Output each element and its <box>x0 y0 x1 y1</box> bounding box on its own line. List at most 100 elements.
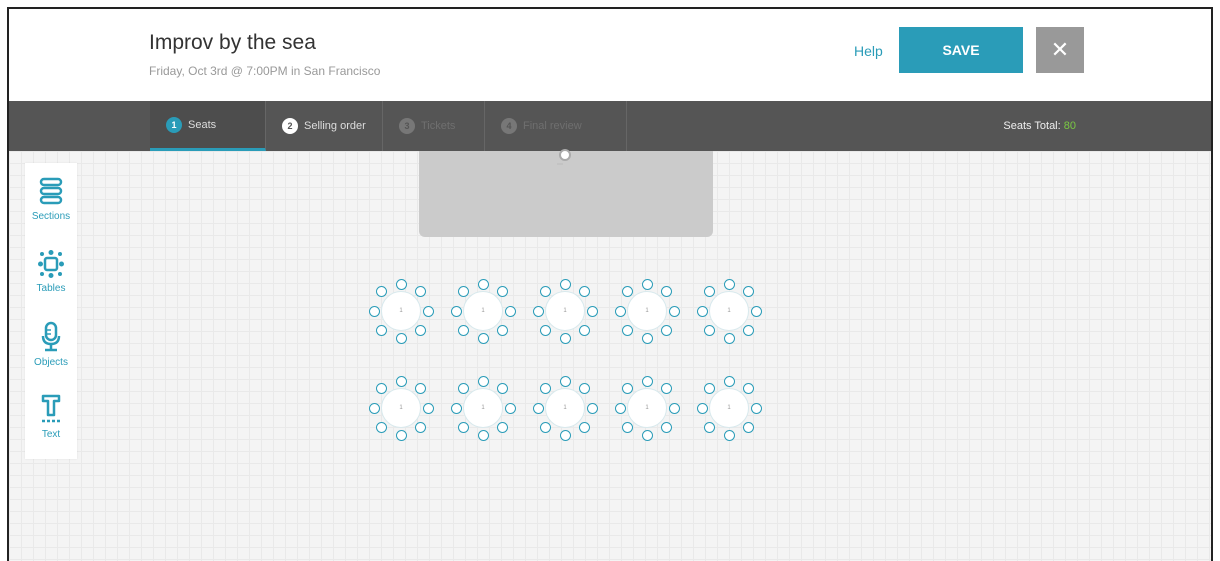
chair-seat[interactable] <box>559 375 571 387</box>
chair-seat[interactable] <box>622 286 634 298</box>
chair-seat[interactable] <box>395 375 407 387</box>
chair-seat[interactable] <box>668 305 680 317</box>
chair-seat[interactable] <box>540 383 552 395</box>
chair-seat[interactable] <box>368 305 380 317</box>
chair-seat[interactable] <box>450 305 462 317</box>
chair-seat[interactable] <box>704 324 716 336</box>
round-table[interactable]: 1 <box>614 277 680 349</box>
chair-seat[interactable] <box>622 421 634 433</box>
chair-seat[interactable] <box>578 383 590 395</box>
chair-seat[interactable] <box>641 429 653 441</box>
tool-sections[interactable]: Sections <box>25 171 77 241</box>
chair-seat[interactable] <box>742 383 754 395</box>
chair-seat[interactable] <box>458 324 470 336</box>
chair-seat[interactable] <box>723 332 735 344</box>
round-table[interactable]: 1 <box>450 374 516 446</box>
chair-seat[interactable] <box>723 375 735 387</box>
chair-seat[interactable] <box>660 324 672 336</box>
chair-seat[interactable] <box>458 421 470 433</box>
chair-seat[interactable] <box>376 421 388 433</box>
chair-seat[interactable] <box>723 429 735 441</box>
chair-seat[interactable] <box>704 421 716 433</box>
chair-seat[interactable] <box>704 383 716 395</box>
chair-seat[interactable] <box>559 332 571 344</box>
chair-seat[interactable] <box>504 305 516 317</box>
tool-objects[interactable]: Objects <box>25 315 77 385</box>
chair-seat[interactable] <box>496 286 508 298</box>
seating-canvas[interactable]: Sections Tables Objects Text ⋯ 1 1 1 1 1… <box>9 149 1211 561</box>
save-button[interactable]: SAVE <box>899 27 1023 73</box>
round-table[interactable]: 1 <box>696 374 762 446</box>
chair-seat[interactable] <box>559 278 571 290</box>
step-selling-order[interactable]: 2 Selling order <box>266 101 383 151</box>
chair-seat[interactable] <box>477 429 489 441</box>
chair-seat[interactable] <box>578 324 590 336</box>
round-table[interactable]: 1 <box>696 277 762 349</box>
chair-seat[interactable] <box>614 305 626 317</box>
chair-seat[interactable] <box>660 421 672 433</box>
chair-seat[interactable] <box>586 402 598 414</box>
chair-seat[interactable] <box>704 286 716 298</box>
chair-seat[interactable] <box>496 421 508 433</box>
chair-seat[interactable] <box>540 421 552 433</box>
chair-seat[interactable] <box>540 286 552 298</box>
chair-seat[interactable] <box>414 286 426 298</box>
chair-seat[interactable] <box>376 286 388 298</box>
chair-seat[interactable] <box>660 383 672 395</box>
chair-seat[interactable] <box>742 286 754 298</box>
chair-seat[interactable] <box>641 278 653 290</box>
chair-seat[interactable] <box>504 402 516 414</box>
chair-seat[interactable] <box>586 305 598 317</box>
chair-seat[interactable] <box>578 421 590 433</box>
chair-seat[interactable] <box>376 383 388 395</box>
chair-seat[interactable] <box>395 429 407 441</box>
chair-seat[interactable] <box>742 324 754 336</box>
help-link[interactable]: Help <box>854 43 883 59</box>
round-table[interactable]: 1 <box>532 277 598 349</box>
chair-seat[interactable] <box>696 402 708 414</box>
chair-seat[interactable] <box>496 383 508 395</box>
stage-object[interactable]: ⋯ <box>419 149 713 237</box>
round-table[interactable]: 1 <box>614 374 680 446</box>
chair-seat[interactable] <box>458 286 470 298</box>
chair-seat[interactable] <box>622 324 634 336</box>
chair-seat[interactable] <box>458 383 470 395</box>
chair-seat[interactable] <box>668 402 680 414</box>
chair-seat[interactable] <box>395 332 407 344</box>
chair-seat[interactable] <box>368 402 380 414</box>
chair-seat[interactable] <box>414 324 426 336</box>
chair-seat[interactable] <box>723 278 735 290</box>
chair-seat[interactable] <box>540 324 552 336</box>
close-button[interactable]: ✕ <box>1036 27 1084 73</box>
chair-seat[interactable] <box>477 375 489 387</box>
round-table[interactable]: 1 <box>368 277 434 349</box>
chair-seat[interactable] <box>750 305 762 317</box>
chair-seat[interactable] <box>532 305 544 317</box>
chair-seat[interactable] <box>496 324 508 336</box>
chair-seat[interactable] <box>477 278 489 290</box>
chair-seat[interactable] <box>641 375 653 387</box>
chair-seat[interactable] <box>422 402 434 414</box>
tool-text[interactable]: Text <box>25 387 77 457</box>
chair-seat[interactable] <box>559 429 571 441</box>
chair-seat[interactable] <box>696 305 708 317</box>
round-table[interactable]: 1 <box>368 374 434 446</box>
chair-seat[interactable] <box>622 383 634 395</box>
round-table[interactable]: 1 <box>450 277 516 349</box>
chair-seat[interactable] <box>395 278 407 290</box>
chair-seat[interactable] <box>477 332 489 344</box>
chair-seat[interactable] <box>450 402 462 414</box>
chair-seat[interactable] <box>750 402 762 414</box>
tool-tables[interactable]: Tables <box>25 243 77 313</box>
stage-handle-icon[interactable] <box>559 149 571 161</box>
chair-seat[interactable] <box>641 332 653 344</box>
step-seats[interactable]: 1 Seats <box>150 101 266 151</box>
round-table[interactable]: 1 <box>532 374 598 446</box>
chair-seat[interactable] <box>614 402 626 414</box>
chair-seat[interactable] <box>742 421 754 433</box>
chair-seat[interactable] <box>376 324 388 336</box>
chair-seat[interactable] <box>532 402 544 414</box>
chair-seat[interactable] <box>414 421 426 433</box>
chair-seat[interactable] <box>660 286 672 298</box>
chair-seat[interactable] <box>578 286 590 298</box>
